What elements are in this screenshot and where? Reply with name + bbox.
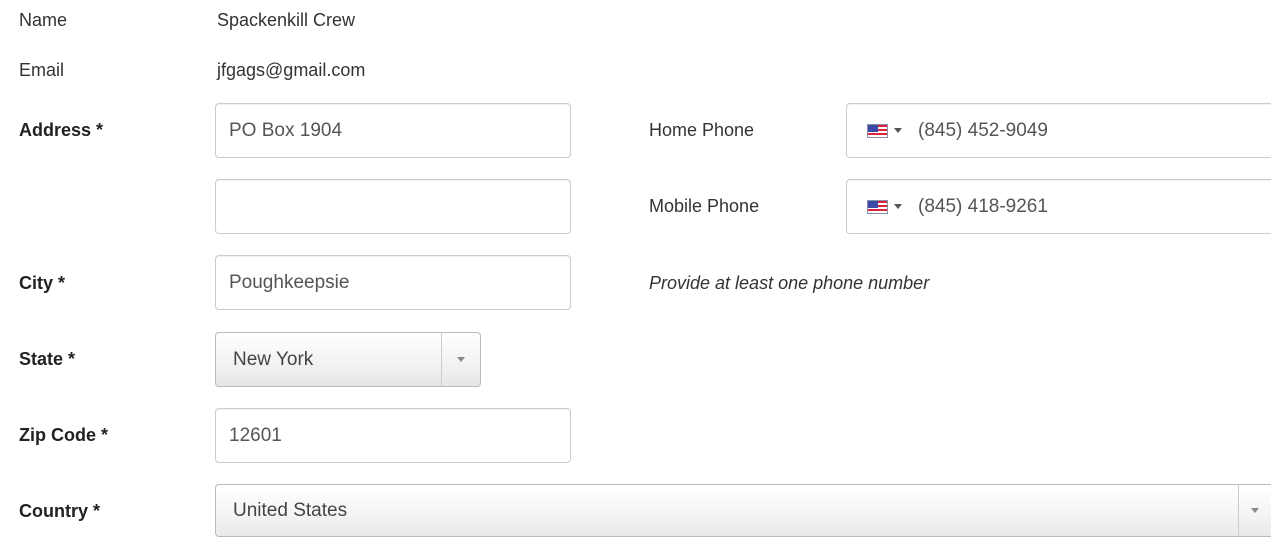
state-select[interactable]: New York: [215, 332, 481, 387]
caret-down-icon: [894, 204, 902, 209]
home-phone-value: (845) 452-9049: [918, 119, 1048, 141]
zip-code-label: Zip Code *: [19, 425, 108, 445]
address-line1-value: PO Box 1904: [229, 119, 343, 141]
email-label: Email: [19, 60, 65, 80]
mobile-phone-value: (845) 418-9261: [918, 195, 1048, 217]
zip-code-input[interactable]: 12601: [215, 408, 571, 463]
address-line2-input[interactable]: [215, 179, 571, 234]
address-label: Address *: [19, 120, 104, 140]
city-input[interactable]: Poughkeepsie: [215, 255, 571, 310]
contact-info-form: Name Spackenkill Crew Email jfgags@gmail…: [0, 0, 1271, 538]
country-label: Country *: [19, 501, 100, 521]
name-label: Name: [19, 10, 68, 30]
mobile-phone-label: Mobile Phone: [649, 196, 760, 216]
chevron-down-icon: [457, 357, 465, 362]
home-phone-label: Home Phone: [649, 120, 755, 140]
city-value: Poughkeepsie: [229, 271, 350, 293]
state-label: State *: [19, 349, 76, 369]
mobile-phone-input[interactable]: (845) 418-9261: [846, 179, 1271, 234]
us-flag-icon: [867, 123, 888, 138]
home-phone-input[interactable]: (845) 452-9049: [846, 103, 1271, 158]
state-dropdown-toggle[interactable]: [441, 333, 480, 386]
chevron-down-icon: [1251, 508, 1259, 513]
home-phone-country-picker[interactable]: [847, 104, 912, 157]
country-selected-value: United States: [233, 499, 348, 521]
state-selected-value: New York: [233, 348, 314, 370]
mobile-phone-country-picker[interactable]: [847, 180, 912, 233]
name-value: Spackenkill Crew: [217, 10, 356, 30]
zip-code-value: 12601: [229, 424, 282, 446]
email-value: jfgags@gmail.com: [217, 60, 366, 80]
us-flag-icon: [867, 199, 888, 214]
country-dropdown-toggle[interactable]: [1238, 485, 1271, 536]
phone-requirement-hint: Provide at least one phone number: [649, 273, 930, 293]
city-label: City *: [19, 273, 66, 293]
country-select[interactable]: United States: [215, 484, 1271, 537]
caret-down-icon: [894, 128, 902, 133]
address-line1-input[interactable]: PO Box 1904: [215, 103, 571, 158]
